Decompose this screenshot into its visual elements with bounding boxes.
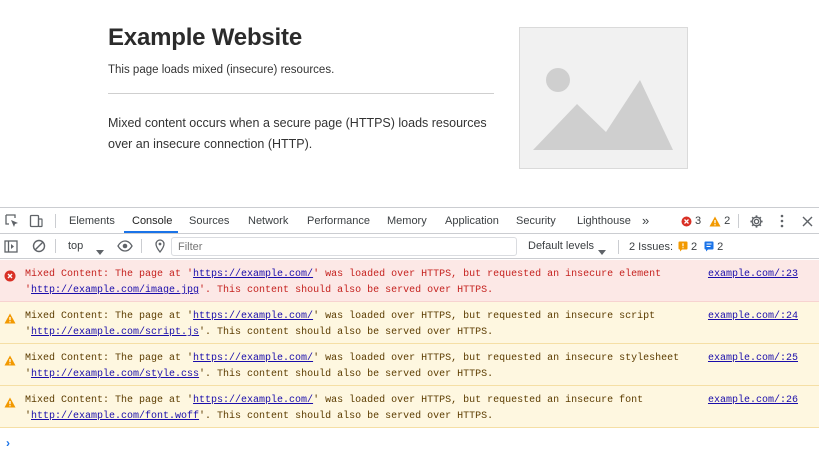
message-text: Mixed Content: The page at ' (25, 269, 194, 280)
issues-counter[interactable]: 2 Issues: 2 2 (629, 234, 730, 259)
error-circle-icon (4, 269, 16, 287)
tab-application[interactable]: Application (445, 208, 499, 234)
toolbar-separator (55, 239, 56, 253)
console-message[interactable]: Mixed Content: The page at 'https://exam… (0, 260, 819, 302)
message-line-2: 'http://example.com/style.css'. This con… (25, 369, 493, 380)
message-text: '. This content should also be served ov… (199, 285, 494, 296)
warning-triangle-icon (709, 216, 721, 227)
toolbar-separator (141, 239, 142, 253)
tab-performance[interactable]: Performance (307, 208, 370, 234)
divider (108, 93, 494, 94)
filter-input[interactable] (171, 237, 517, 256)
message-line-1: Mixed Content: The page at 'https://exam… (25, 311, 655, 322)
tab-memory[interactable]: Memory (387, 208, 427, 234)
message-line-1: Mixed Content: The page at 'https://exam… (25, 353, 679, 364)
source-link[interactable]: example.com/:24 (708, 311, 798, 322)
log-levels-dropdown[interactable]: Default levels (528, 234, 594, 259)
resource-url-link[interactable]: http://example.com/style.css (31, 369, 199, 380)
image-placeholder (519, 27, 688, 169)
toolbar-separator (618, 240, 619, 254)
message-line-2: 'http://example.com/script.js'. This con… (25, 327, 493, 338)
resource-url-link[interactable]: http://example.com/font.woff (31, 411, 199, 422)
tab-network[interactable]: Network (248, 208, 288, 234)
inspect-element-icon[interactable] (3, 212, 21, 230)
console-toolbar: top Default levels 2 Issues: 2 2 (0, 234, 819, 259)
issues-warning-count: 2 (691, 240, 698, 253)
more-tabs-button[interactable]: » (642, 208, 649, 234)
toolbar-separator (55, 214, 56, 228)
live-expression-eye-icon[interactable] (116, 237, 134, 255)
error-circle-icon (681, 216, 692, 227)
sidebar-toggle-icon[interactable] (2, 237, 20, 255)
devtools-panel: Elements Console Sources Network Perform… (0, 207, 819, 464)
kebab-menu-icon[interactable] (773, 212, 791, 230)
message-text: '. This content should also be served ov… (199, 327, 494, 338)
tab-security[interactable]: Security (516, 208, 556, 234)
gear-icon[interactable] (747, 212, 765, 230)
issues-label: 2 Issues: (629, 240, 674, 253)
message-line-2: 'http://example.com/font.woff'. This con… (25, 411, 493, 422)
image-placeholder-icon (533, 68, 673, 150)
page-url-link[interactable]: https://example.com/ (193, 353, 313, 364)
active-tab-indicator (124, 231, 178, 233)
devtools-tab-bar: Elements Console Sources Network Perform… (0, 208, 819, 234)
page-url-link[interactable]: https://example.com/ (193, 269, 313, 280)
resource-url-link[interactable]: http://example.com/image.jpg (31, 285, 199, 296)
message-line-1: Mixed Content: The page at 'https://exam… (25, 395, 643, 406)
toolbar-separator (738, 214, 739, 228)
chevron-down-icon (598, 243, 606, 261)
web-page: Example Website This page loads mixed (i… (0, 0, 819, 207)
issue-warning-icon (678, 241, 688, 252)
message-text: ' was loaded over HTTPS, but requested a… (313, 395, 644, 406)
console-messages: Mixed Content: The page at 'https://exam… (0, 260, 819, 428)
context-selector[interactable]: top (68, 234, 83, 259)
device-toolbar-icon[interactable] (27, 212, 45, 230)
message-line-2: 'http://example.com/image.jpg'. This con… (25, 285, 493, 296)
clear-console-icon[interactable] (30, 237, 48, 255)
warning-triangle-icon (4, 311, 16, 329)
page-url-link[interactable]: https://example.com/ (193, 311, 313, 322)
message-text: ' was loaded over HTTPS, but requested a… (313, 269, 662, 280)
console-prompt[interactable]: › (6, 436, 10, 450)
chevron-down-icon (96, 243, 104, 261)
resource-url-link[interactable]: http://example.com/script.js (31, 327, 199, 338)
error-count: 3 (695, 215, 702, 227)
message-text: ' was loaded over HTTPS, but requested a… (313, 353, 680, 364)
message-text: Mixed Content: The page at ' (25, 311, 194, 322)
message-text: ' was loaded over HTTPS, but requested a… (313, 311, 656, 322)
source-link[interactable]: example.com/:26 (708, 395, 798, 406)
page-url-link[interactable]: https://example.com/ (193, 395, 313, 406)
issues-info-count: 2 (717, 240, 724, 253)
console-message[interactable]: Mixed Content: The page at 'https://exam… (0, 344, 819, 386)
tab-sources[interactable]: Sources (189, 208, 229, 234)
warning-triangle-icon (4, 395, 16, 413)
source-link[interactable]: example.com/:25 (708, 353, 798, 364)
warning-count: 2 (724, 215, 731, 227)
console-message[interactable]: Mixed Content: The page at 'https://exam… (0, 302, 819, 344)
message-line-1: Mixed Content: The page at 'https://exam… (25, 269, 661, 280)
tab-elements[interactable]: Elements (69, 208, 115, 234)
source-link[interactable]: example.com/:23 (708, 269, 798, 280)
filter-icon (151, 237, 169, 255)
page-paragraph: Mixed content occurs when a secure page … (108, 116, 487, 151)
tab-lighthouse[interactable]: Lighthouse (577, 208, 631, 234)
page-title: Example Website (108, 24, 302, 51)
page-subtitle: This page loads mixed (insecure) resourc… (108, 64, 335, 76)
info-message-icon (704, 241, 714, 252)
console-counts[interactable]: 3 2 (681, 208, 738, 234)
message-text: '. This content should also be served ov… (199, 369, 494, 380)
close-icon[interactable] (798, 212, 816, 230)
message-text: '. This content should also be served ov… (199, 411, 494, 422)
warning-triangle-icon (4, 353, 16, 371)
message-text: Mixed Content: The page at ' (25, 353, 194, 364)
message-text: Mixed Content: The page at ' (25, 395, 194, 406)
console-message[interactable]: Mixed Content: The page at 'https://exam… (0, 386, 819, 428)
